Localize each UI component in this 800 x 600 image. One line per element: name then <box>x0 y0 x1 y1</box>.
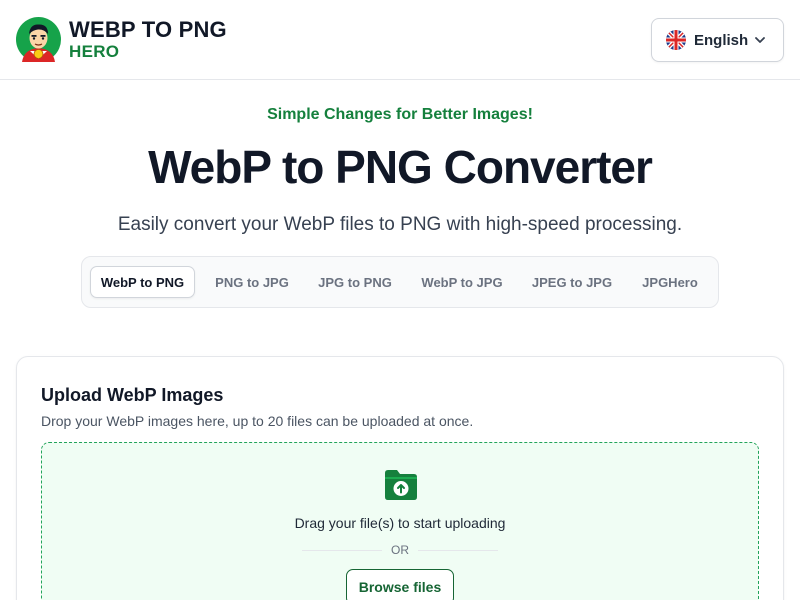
browse-files-button[interactable]: Browse files <box>346 569 454 600</box>
chevron-down-icon <box>755 37 765 43</box>
language-selector[interactable]: English <box>651 18 784 62</box>
upload-title: Upload WebP Images <box>41 385 224 405</box>
tab-webp-to-png[interactable]: WebP to PNG <box>90 266 195 298</box>
site-logo[interactable]: WEBP TO PNG HERO <box>16 17 227 62</box>
uk-flag-icon <box>666 30 686 50</box>
tab-jpg-to-png[interactable]: JPG to PNG <box>305 266 405 298</box>
or-label: OR <box>391 543 409 557</box>
file-dropzone[interactable]: Drag your file(s) to start uploading OR … <box>41 442 759 600</box>
upload-card: Upload WebP Images Drop your WebP images… <box>16 356 784 600</box>
drag-instructions: Drag your file(s) to start uploading <box>294 515 506 531</box>
hero-avatar-icon <box>16 17 61 62</box>
tab-png-to-jpg[interactable]: PNG to JPG <box>202 266 302 298</box>
hero-tagline: Simple Changes for Better Images! <box>267 106 533 123</box>
site-header: WEBP TO PNG HERO English <box>0 0 800 80</box>
page-subtitle: Easily convert your WebP files to PNG wi… <box>117 214 683 235</box>
language-label: English <box>694 31 749 49</box>
page-title: WebP to PNG Converter <box>148 141 653 193</box>
logo-wordmark: WEBP TO PNG HERO <box>69 17 227 61</box>
upload-description: Drop your WebP images here, up to 20 fil… <box>41 413 474 429</box>
logo-line2: HERO <box>69 42 120 61</box>
logo-line1: WEBP TO PNG <box>69 17 227 42</box>
tab-jpeg-to-jpg[interactable]: JPEG to JPG <box>519 266 625 298</box>
tab-jpghero[interactable]: JPGHero <box>630 266 710 298</box>
tab-webp-to-jpg[interactable]: WebP to JPG <box>410 266 514 298</box>
converter-tabs: WebP to PNG PNG to JPG JPG to PNG WebP t… <box>81 256 719 308</box>
folder-upload-icon <box>385 470 417 500</box>
